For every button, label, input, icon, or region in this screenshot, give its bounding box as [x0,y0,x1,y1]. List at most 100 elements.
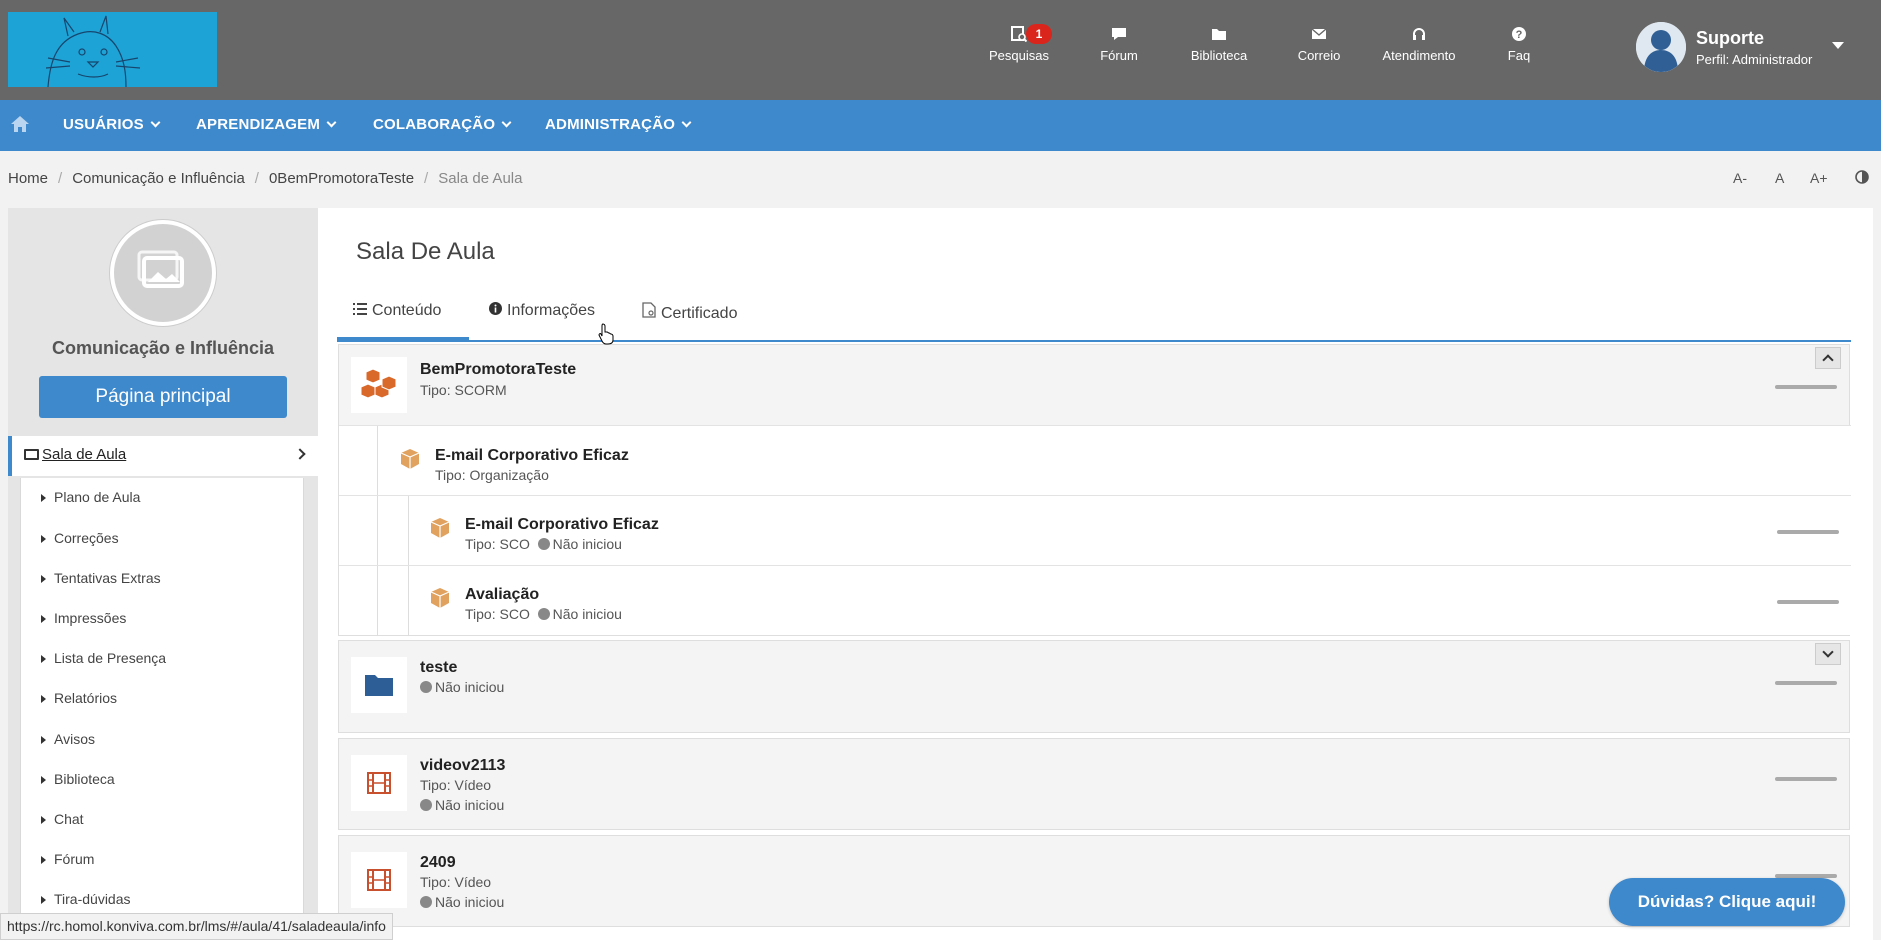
chevron-right-icon [294,448,306,460]
folder-icon [1169,26,1269,48]
breadcrumb-course[interactable]: Comunicação e Influência [72,170,245,187]
sidebar-item-reports[interactable]: Relatórios [21,680,305,714]
sco-type: Tipo: SCO [465,606,530,622]
module-video: videov2113 Tipo: Vídeo Não iniciou [338,738,1850,830]
sidebar-item-label: Tira-dúvidas [54,891,131,907]
nav-users[interactable]: USUÁRIOS [63,116,161,133]
surveys-button[interactable]: Pesquisas 1 [969,24,1069,63]
chat-bubble-icon [1069,26,1169,48]
sco-title[interactable]: Avaliação [465,586,539,604]
tab-certificate-label: Certificado [661,305,738,322]
user-menu[interactable]: Suporte Perfil: Administrador [1636,22,1866,74]
contrast-icon[interactable] [1855,170,1869,187]
user-silhouette-icon [1636,22,1686,72]
boxes-icon [360,368,397,399]
caret-right-icon [41,816,46,824]
mail-button[interactable]: Correio [1269,26,1369,63]
module-thumbnail [351,852,407,908]
tab-information[interactable]: Informações [489,290,595,340]
sidebar-item-attendance[interactable]: Lista de Presença [21,640,305,674]
sidebar-item-classroom[interactable]: Sala de Aula [8,436,318,476]
module-title[interactable]: 2409 [420,854,456,872]
sidebar-submenu: Plano de Aula Correções Tentativas Extra… [20,478,304,940]
sidebar-item-label: Lista de Presença [54,650,167,666]
sco-meta: Tipo: SCO Não iniciou [465,606,622,622]
avatar [1636,22,1686,72]
box-icon [429,517,451,544]
organization-title[interactable]: E-mail Corporativo Eficaz [435,447,629,465]
chevron-down-icon [681,117,692,128]
nav-learning[interactable]: APRENDIZAGEM [196,116,337,133]
certificate-icon [642,302,656,321]
sco-status: Não iniciou [552,606,622,622]
caret-right-icon [41,776,46,784]
sidebar-item-forum[interactable]: Fórum [21,841,305,875]
course-image [110,220,216,326]
sco-row: E-mail Corporativo Eficaz Tipo: SCO Não … [339,495,1851,566]
module-title[interactable]: BemPromotoraTeste [420,361,576,379]
breadcrumb-home[interactable]: Home [8,170,48,187]
font-decrease-button[interactable]: A- [1733,170,1747,186]
mail-label: Correio [1297,48,1341,63]
nav-administration[interactable]: ADMINISTRAÇÃO [545,116,692,133]
sco-row: Avaliação Tipo: SCO Não iniciou [339,565,1851,636]
status-dot-icon [420,681,432,693]
tab-certificate[interactable]: Certificado [642,290,737,340]
sidebar-item-notices[interactable]: Avisos [21,721,305,755]
caret-down-icon[interactable] [1832,42,1844,49]
faq-label: Faq [1507,48,1531,63]
module-title[interactable]: videov2113 [420,757,505,775]
sidebar-item-chat[interactable]: Chat [21,801,305,835]
user-role: Perfil: Administrador [1696,52,1813,67]
sidebar-item-label: Avisos [54,731,95,747]
nav-learning-label: APRENDIZAGEM [196,116,321,133]
tree-line [377,496,378,566]
module-thumbnail [351,755,407,811]
support-button[interactable]: Atendimento [1369,26,1469,63]
faq-button[interactable]: ? Faq [1469,26,1569,63]
main-page-button[interactable]: Página principal [39,376,287,418]
help-button[interactable]: Dúvidas? Clique aqui! [1609,878,1845,926]
forum-button[interactable]: Fórum [1069,26,1169,63]
font-increase-button[interactable]: A+ [1810,170,1828,186]
tab-content-label: Conteúdo [372,302,442,319]
tab-content[interactable]: Conteúdo [337,290,469,342]
home-icon[interactable] [10,114,30,134]
sidebar-item-library[interactable]: Biblioteca [21,761,305,795]
collapse-button[interactable] [1815,347,1841,369]
library-button[interactable]: Biblioteca [1169,26,1269,63]
sidebar-item-corrections[interactable]: Correções [21,520,305,554]
module-title[interactable]: teste [420,659,457,677]
chevron-up-icon [1822,354,1834,366]
sidebar-item-label: Sala de Aula [42,446,127,463]
sidebar-item-prints[interactable]: Impressões [21,600,305,634]
logo-illustration-icon [45,15,141,87]
breadcrumb-class[interactable]: 0BemPromotoraTeste [269,170,414,187]
status-dot-icon [537,538,550,550]
sidebar-item-qa[interactable]: Tira-dúvidas [21,881,305,915]
breadcrumb: Home / Comunicação e Influência / 0BemPromot… [8,170,522,187]
expand-button[interactable] [1815,643,1841,665]
status-dot-icon [420,896,432,908]
browser-status-url: https://rc.homol.konviva.com.br/lms/#/au… [0,913,393,940]
font-reset-button[interactable]: A [1775,170,1784,186]
user-name: Suporte [1696,28,1765,48]
nav-collaboration[interactable]: COLABORAÇÃO [373,116,512,133]
progress-bar [1777,530,1839,534]
caret-right-icon [41,736,46,744]
sidebar-item-lesson-plan[interactable]: Plano de Aula [21,479,305,513]
surveys-count-badge: 1 [1026,24,1052,44]
sidebar-item-extra-attempts[interactable]: Tentativas Extras [21,560,305,594]
info-icon [489,302,502,318]
breadcrumb-separator: / [254,170,259,187]
organization-type: Tipo: Organização [435,467,549,483]
caret-right-icon [41,615,46,623]
breadcrumb-separator: / [424,170,429,187]
module-thumbnail [351,657,407,713]
progress-bar [1775,681,1837,685]
sidebar-item-label: Biblioteca [54,771,115,787]
module-status-label: Não iniciou [435,894,505,910]
sco-type: Tipo: SCO [465,536,530,552]
sco-title[interactable]: E-mail Corporativo Eficaz [465,516,659,534]
company-logo[interactable] [8,12,217,87]
